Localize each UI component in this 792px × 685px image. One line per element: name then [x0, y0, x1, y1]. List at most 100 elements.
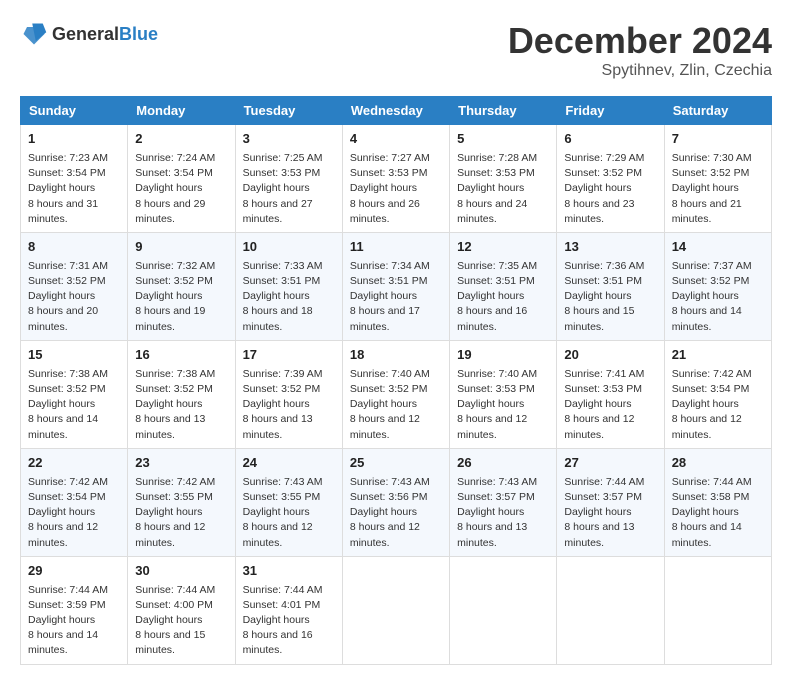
cell-text: Sunrise: 7:44 AMSunset: 4:01 PMDaylight …: [243, 584, 323, 657]
calendar-cell: 22 Sunrise: 7:42 AMSunset: 3:54 PMDayligh…: [21, 448, 128, 556]
day-number: 6: [564, 130, 656, 149]
logo: GeneralBlue: [20, 20, 158, 48]
calendar-cell: 11Sunrise: 7:34 AMSunset: 3:51 PMDayligh…: [342, 232, 449, 340]
cell-text: Sunrise: 7:40 AMSunset: 3:52 PMDaylight …: [350, 368, 430, 441]
cell-text: Sunrise: 7:42 AMSunset: 3:55 PMDaylight …: [135, 476, 215, 549]
day-number: 16: [135, 346, 227, 365]
day-number: 12: [457, 238, 549, 257]
cell-text: Sunrise: 7:44 AMSunset: 4:00 PMDaylight …: [135, 584, 215, 657]
calendar-cell: 14 Sunrise: 7:37 AMSunset: 3:52 PMDayligh…: [664, 232, 771, 340]
calendar-cell: 23 Sunrise: 7:42 AMSunset: 3:55 PMDayligh…: [128, 448, 235, 556]
calendar-cell: 26 Sunrise: 7:43 AMSunset: 3:57 PMDayligh…: [450, 448, 557, 556]
cell-text: Sunrise: 7:36 AMSunset: 3:51 PMDaylight …: [564, 260, 644, 333]
cell-text: Sunrise: 7:44 AMSunset: 3:59 PMDaylight …: [28, 584, 108, 657]
calendar-cell: [450, 556, 557, 664]
day-number: 10: [243, 238, 335, 257]
calendar-cell: 3Sunrise: 7:25 AMSunset: 3:53 PMDaylight…: [235, 125, 342, 233]
col-thursday: Thursday: [450, 97, 557, 125]
cell-text: Sunrise: 7:29 AMSunset: 3:52 PMDaylight …: [564, 152, 644, 225]
cell-text: Sunrise: 7:44 AMSunset: 3:57 PMDaylight …: [564, 476, 644, 549]
calendar-week-row: 1 Sunrise: 7:23 AMSunset: 3:54 PMDaylight…: [21, 125, 772, 233]
cell-text: Sunrise: 7:38 AMSunset: 3:52 PMDaylight …: [28, 368, 108, 441]
day-number: 27: [564, 454, 656, 473]
title-block: December 2024 Spytihnev, Zlin, Czechia: [508, 20, 772, 80]
cell-text: Sunrise: 7:23 AMSunset: 3:54 PMDaylight …: [28, 152, 108, 225]
col-saturday: Saturday: [664, 97, 771, 125]
day-number: 7: [672, 130, 764, 149]
day-number: 23: [135, 454, 227, 473]
calendar-cell: 27 Sunrise: 7:44 AMSunset: 3:57 PMDayligh…: [557, 448, 664, 556]
calendar-cell: 20Sunrise: 7:41 AMSunset: 3:53 PMDayligh…: [557, 340, 664, 448]
col-wednesday: Wednesday: [342, 97, 449, 125]
calendar-cell: 31 Sunrise: 7:44 AMSunset: 4:01 PMDayligh…: [235, 556, 342, 664]
cell-text: Sunrise: 7:30 AMSunset: 3:52 PMDaylight …: [672, 152, 752, 225]
calendar-cell: 9Sunrise: 7:32 AMSunset: 3:52 PMDaylight…: [128, 232, 235, 340]
day-number: 22: [28, 454, 120, 473]
calendar-table: Sunday Monday Tuesday Wednesday Thursday…: [20, 96, 772, 665]
day-number: 31: [243, 562, 335, 581]
cell-text: Sunrise: 7:43 AMSunset: 3:57 PMDaylight …: [457, 476, 537, 549]
cell-text: Sunrise: 7:33 AMSunset: 3:51 PMDaylight …: [243, 260, 323, 333]
day-number: 18: [350, 346, 442, 365]
logo-text: GeneralBlue: [52, 24, 158, 45]
calendar-week-row: 8 Sunrise: 7:31 AMSunset: 3:52 PMDaylight…: [21, 232, 772, 340]
col-sunday: Sunday: [21, 97, 128, 125]
calendar-cell: 28 Sunrise: 7:44 AMSunset: 3:58 PMDayligh…: [664, 448, 771, 556]
day-number: 28: [672, 454, 764, 473]
location-title: Spytihnev, Zlin, Czechia: [508, 62, 772, 80]
day-number: 21: [672, 346, 764, 365]
cell-text: Sunrise: 7:32 AMSunset: 3:52 PMDaylight …: [135, 260, 215, 333]
cell-text: Sunrise: 7:42 AMSunset: 3:54 PMDaylight …: [672, 368, 752, 441]
day-number: 1: [28, 130, 120, 149]
cell-text: Sunrise: 7:31 AMSunset: 3:52 PMDaylight …: [28, 260, 108, 333]
cell-text: Sunrise: 7:25 AMSunset: 3:53 PMDaylight …: [243, 152, 323, 225]
calendar-cell: [664, 556, 771, 664]
calendar-cell: 29 Sunrise: 7:44 AMSunset: 3:59 PMDayligh…: [21, 556, 128, 664]
calendar-week-row: 22 Sunrise: 7:42 AMSunset: 3:54 PMDayligh…: [21, 448, 772, 556]
cell-text: Sunrise: 7:38 AMSunset: 3:52 PMDaylight …: [135, 368, 215, 441]
cell-text: Sunrise: 7:35 AMSunset: 3:51 PMDaylight …: [457, 260, 537, 333]
day-number: 26: [457, 454, 549, 473]
calendar-cell: 6 Sunrise: 7:29 AMSunset: 3:52 PMDaylight…: [557, 125, 664, 233]
logo-general: General: [52, 24, 119, 44]
calendar-cell: 18 Sunrise: 7:40 AMSunset: 3:52 PMDayligh…: [342, 340, 449, 448]
calendar-cell: 5 Sunrise: 7:28 AMSunset: 3:53 PMDaylight…: [450, 125, 557, 233]
cell-text: Sunrise: 7:40 AMSunset: 3:53 PMDaylight …: [457, 368, 537, 441]
day-number: 8: [28, 238, 120, 257]
calendar-cell: 30 Sunrise: 7:44 AMSunset: 4:00 PMDayligh…: [128, 556, 235, 664]
logo-icon: [20, 20, 48, 48]
day-number: 24: [243, 454, 335, 473]
cell-text: Sunrise: 7:37 AMSunset: 3:52 PMDaylight …: [672, 260, 752, 333]
cell-text: Sunrise: 7:41 AMSunset: 3:53 PMDaylight …: [564, 368, 644, 441]
logo-blue: Blue: [119, 24, 158, 44]
cell-text: Sunrise: 7:39 AMSunset: 3:52 PMDaylight …: [243, 368, 323, 441]
calendar-cell: 13 Sunrise: 7:36 AMSunset: 3:51 PMDayligh…: [557, 232, 664, 340]
calendar-cell: 1 Sunrise: 7:23 AMSunset: 3:54 PMDaylight…: [21, 125, 128, 233]
calendar-cell: 21 Sunrise: 7:42 AMSunset: 3:54 PMDayligh…: [664, 340, 771, 448]
col-tuesday: Tuesday: [235, 97, 342, 125]
day-number: 2: [135, 130, 227, 149]
day-number: 19: [457, 346, 549, 365]
calendar-cell: 7 Sunrise: 7:30 AMSunset: 3:52 PMDaylight…: [664, 125, 771, 233]
cell-text: Sunrise: 7:44 AMSunset: 3:58 PMDaylight …: [672, 476, 752, 549]
calendar-cell: 19 Sunrise: 7:40 AMSunset: 3:53 PMDayligh…: [450, 340, 557, 448]
calendar-cell: 16 Sunrise: 7:38 AMSunset: 3:52 PMDayligh…: [128, 340, 235, 448]
day-number: 30: [135, 562, 227, 581]
calendar-week-row: 29 Sunrise: 7:44 AMSunset: 3:59 PMDayligh…: [21, 556, 772, 664]
day-number: 25: [350, 454, 442, 473]
page-header: GeneralBlue December 2024 Spytihnev, Zli…: [20, 20, 772, 80]
cell-text: Sunrise: 7:42 AMSunset: 3:54 PMDaylight …: [28, 476, 108, 549]
calendar-cell: 2Sunrise: 7:24 AMSunset: 3:54 PMDaylight…: [128, 125, 235, 233]
cell-text: Sunrise: 7:27 AMSunset: 3:53 PMDaylight …: [350, 152, 430, 225]
calendar-cell: 17Sunrise: 7:39 AMSunset: 3:52 PMDayligh…: [235, 340, 342, 448]
cell-text: Sunrise: 7:28 AMSunset: 3:53 PMDaylight …: [457, 152, 537, 225]
month-title: December 2024: [508, 20, 772, 62]
calendar-cell: 8 Sunrise: 7:31 AMSunset: 3:52 PMDaylight…: [21, 232, 128, 340]
day-number: 5: [457, 130, 549, 149]
calendar-week-row: 15Sunrise: 7:38 AMSunset: 3:52 PMDayligh…: [21, 340, 772, 448]
calendar-cell: 15Sunrise: 7:38 AMSunset: 3:52 PMDayligh…: [21, 340, 128, 448]
calendar-header-row: Sunday Monday Tuesday Wednesday Thursday…: [21, 97, 772, 125]
day-number: 29: [28, 562, 120, 581]
day-number: 14: [672, 238, 764, 257]
day-number: 13: [564, 238, 656, 257]
